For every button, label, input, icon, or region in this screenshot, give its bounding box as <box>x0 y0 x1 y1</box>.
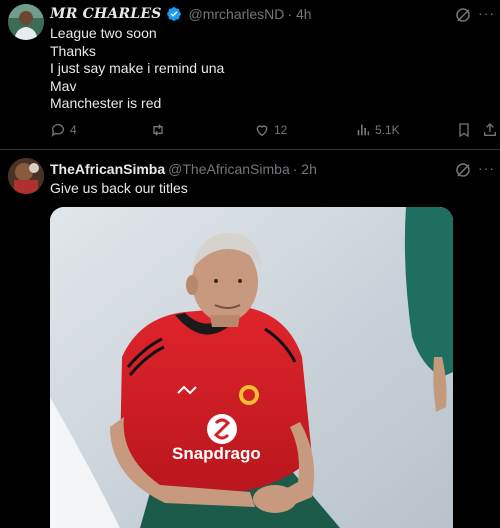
handle[interactable]: @mrcharlesND <box>189 5 285 23</box>
tweet-1[interactable]: MR CHARLES @mrcharlesND · 4h ··· League … <box>0 0 500 150</box>
views-button[interactable]: 5.1K <box>355 121 400 139</box>
views-icon <box>357 124 369 136</box>
avatar[interactable] <box>8 4 44 40</box>
tweet-line: I just say make i remind una <box>50 60 225 76</box>
tweet-line: Mav <box>50 77 77 94</box>
shirt-sponsor-text: Snapdrago <box>172 444 261 463</box>
tweet-header: TheAfricanSimba @TheAfricanSimba · 2h <box>50 160 440 178</box>
share-button[interactable] <box>482 121 498 139</box>
tweet-text: League two soon Thanks I just say make i… <box>50 25 480 113</box>
more-options-icon[interactable]: ··· <box>478 6 494 24</box>
handle[interactable]: @TheAfricanSimba <box>168 160 290 178</box>
grok-icon[interactable] <box>454 6 472 24</box>
verified-badge-icon <box>166 6 182 22</box>
reply-button[interactable]: 4 <box>50 121 77 139</box>
views-count: 5.1K <box>375 123 400 137</box>
tweet-actions: 4 12 5.1K <box>50 121 500 139</box>
display-name[interactable]: MR CHARLES <box>50 5 162 23</box>
like-count: 12 <box>274 123 288 137</box>
grok-icon[interactable] <box>454 161 472 179</box>
bookmark-button[interactable] <box>456 121 472 139</box>
tweet-2[interactable]: TheAfricanSimba @TheAfricanSimba · 2h ··… <box>0 150 500 528</box>
tweet-line: Manchester is red <box>50 95 162 111</box>
share-icon <box>484 123 496 136</box>
tweet-text: Give us back our titles <box>50 180 480 198</box>
reply-icon <box>51 124 64 137</box>
timestamp[interactable]: · 2h <box>293 160 317 178</box>
like-button[interactable]: 12 <box>254 121 287 139</box>
avatar[interactable] <box>8 158 44 194</box>
timestamp[interactable]: · 4h <box>287 5 311 23</box>
tweet-line: Thanks <box>50 42 96 59</box>
tweet-header: MR CHARLES @mrcharlesND · 4h <box>50 5 440 23</box>
retweet-button[interactable] <box>150 121 166 139</box>
tweet-line: Give us back our titles <box>50 180 188 196</box>
retweet-icon <box>153 124 163 136</box>
reply-count: 4 <box>70 123 77 137</box>
bookmark-icon <box>459 123 469 138</box>
tweet-image[interactable]: Snapdrago <box>50 207 453 528</box>
more-options-icon[interactable]: ··· <box>478 161 494 179</box>
tweet-line: League two soon <box>50 25 157 41</box>
display-name[interactable]: TheAfricanSimba <box>50 160 165 178</box>
like-icon <box>256 125 268 137</box>
